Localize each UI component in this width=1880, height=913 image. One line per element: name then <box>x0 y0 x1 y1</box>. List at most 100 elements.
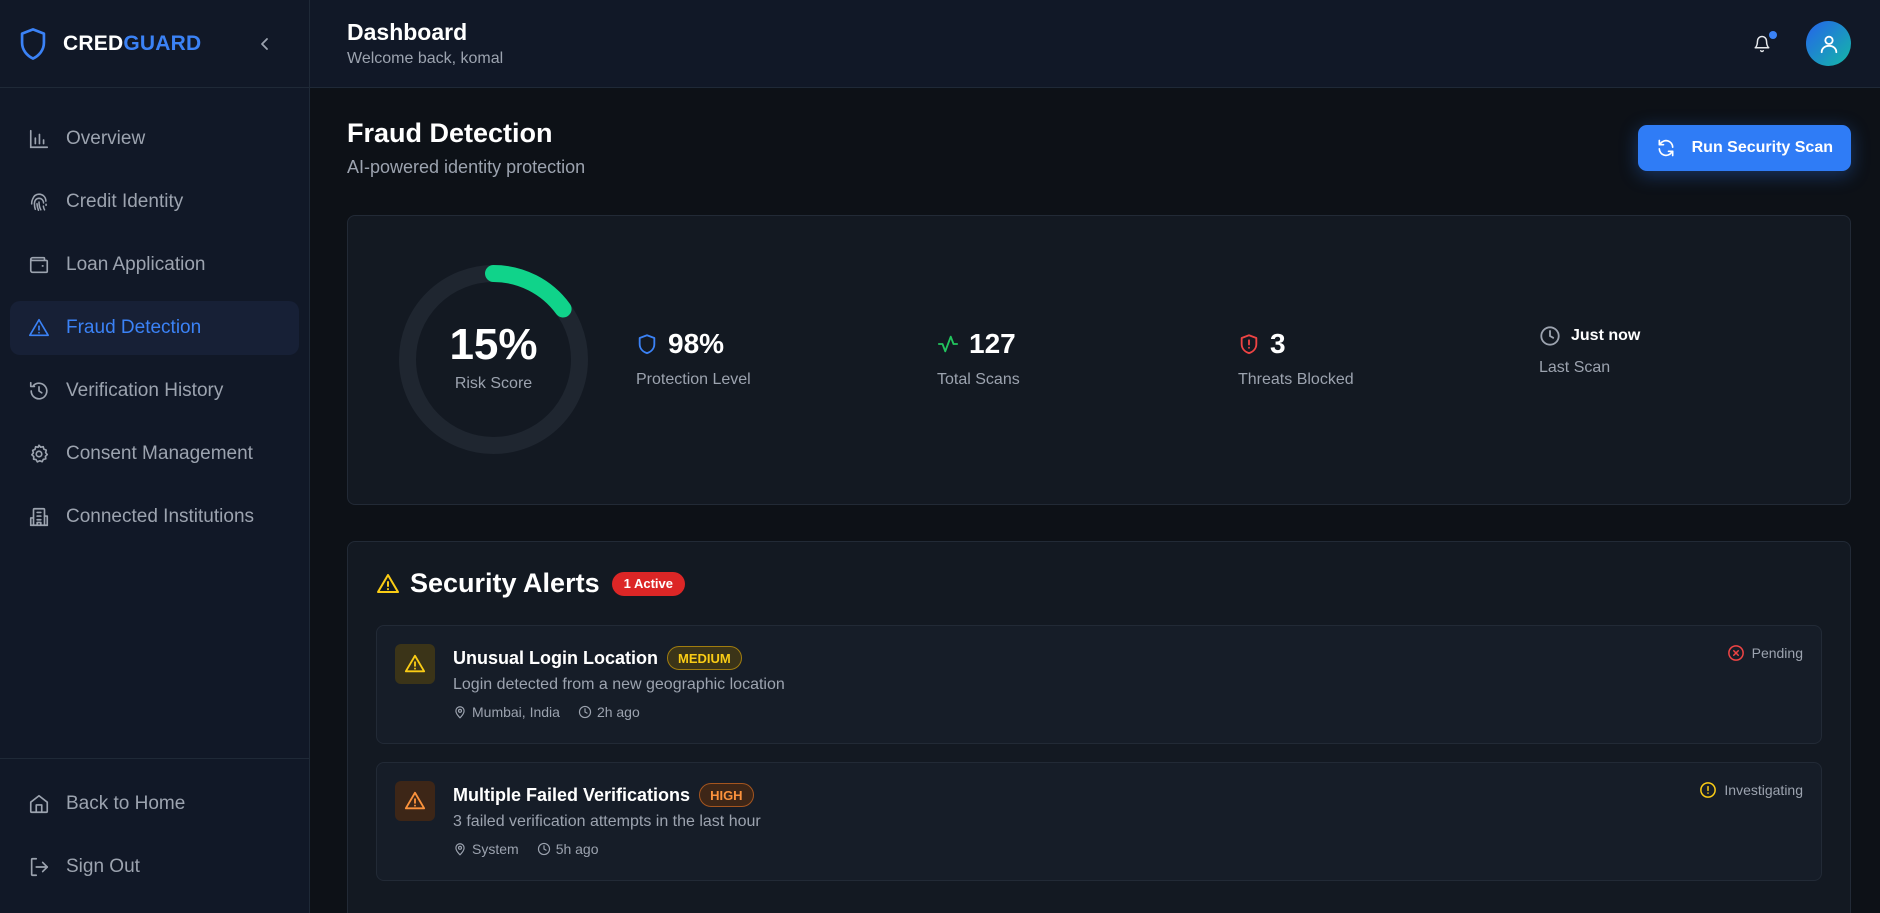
collapse-sidebar-button[interactable] <box>255 34 275 54</box>
stat-label: Protection Level <box>636 371 751 388</box>
alert-description: 3 failed verification attempts in the la… <box>453 813 761 830</box>
wallet-icon <box>28 254 50 276</box>
notifications-button[interactable] <box>1742 24 1782 64</box>
active-alerts-badge: 1 Active <box>611 571 685 596</box>
sidebar-item-fraud-detection[interactable]: Fraud Detection <box>10 301 299 355</box>
home-icon <box>28 793 50 815</box>
sidebar-item-label: Credit Identity <box>66 191 184 212</box>
stat-value: 98% <box>668 328 725 359</box>
alerts-list: Unusual Login Location MEDIUM Login dete… <box>376 625 1822 881</box>
stat-total-scans: 127 Total Scans <box>937 328 1020 389</box>
map-pin-icon <box>453 842 467 856</box>
stat-last-scan: Just now Last Scan <box>1539 325 1640 377</box>
sidebar: CREDGUARD Overview Credit Identity Loan … <box>0 0 310 913</box>
sidebar-item-credit-identity[interactable]: Credit Identity <box>10 175 299 229</box>
security-alerts-card: Security Alerts 1 Active Unusual Login L… <box>347 541 1851 913</box>
stat-protection-level: 98% Protection Level <box>636 328 751 389</box>
header-actions <box>1742 21 1851 66</box>
alert-triangle-icon <box>28 317 50 339</box>
sidebar-item-overview[interactable]: Overview <box>10 112 299 166</box>
warning-triangle-icon <box>376 572 400 596</box>
bar-chart-icon <box>28 128 50 150</box>
gear-icon <box>28 443 50 465</box>
topbar: Dashboard Welcome back, komal <box>310 0 1880 88</box>
alert-status-text: Investigating <box>1724 782 1803 798</box>
run-security-scan-label: Run Security Scan <box>1691 139 1833 156</box>
sign-out-icon <box>28 856 50 878</box>
sidebar-item-label: Verification History <box>66 380 224 401</box>
risk-score-value: 15% <box>449 319 538 369</box>
alert-location-text: Mumbai, India <box>472 704 560 720</box>
shield-icon <box>636 333 658 355</box>
alert-circle-icon <box>1699 781 1717 799</box>
security-alerts-title: Security Alerts <box>410 568 600 598</box>
alert-time: 2h ago <box>578 704 640 720</box>
clock-icon <box>578 705 592 719</box>
building-icon <box>28 506 50 528</box>
sidebar-item-label: Connected Institutions <box>66 506 255 527</box>
alert-item[interactable]: Multiple Failed Verifications HIGH 3 fai… <box>376 762 1822 881</box>
stat-label: Threats Blocked <box>1238 371 1354 388</box>
alert-status: Investigating <box>1699 781 1803 799</box>
refresh-icon <box>1656 138 1676 158</box>
sidebar-nav: Overview Credit Identity Loan Applicatio… <box>0 88 309 758</box>
brand-name[interactable]: CREDGUARD <box>63 32 201 56</box>
alert-item[interactable]: Unusual Login Location MEDIUM Login dete… <box>376 625 1822 744</box>
stat-label: Last Scan <box>1539 359 1611 376</box>
bell-icon <box>1754 35 1770 52</box>
alert-status: Pending <box>1727 644 1803 662</box>
stat-value: Just now <box>1571 327 1641 344</box>
sidebar-bottom: Back to Home Sign Out <box>0 758 309 913</box>
severity-badge: MEDIUM <box>667 646 742 670</box>
alert-time-text: 2h ago <box>596 704 640 720</box>
sidebar-item-consent-management[interactable]: Consent Management <box>10 427 299 481</box>
page-subtitle: AI-powered identity protection <box>347 157 586 177</box>
main-area: Dashboard Welcome back, komal Fraud Dete… <box>310 0 1880 913</box>
app-root: CREDGUARD Overview Credit Identity Loan … <box>0 0 1880 913</box>
notification-dot <box>1769 30 1777 39</box>
sidebar-item-label: Fraud Detection <box>66 317 202 338</box>
page-title: Fraud Detection <box>347 118 553 148</box>
sidebar-item-label: Back to Home <box>66 793 186 814</box>
alert-title: Unusual Login Location <box>453 647 658 668</box>
risk-score-gauge: 15% Risk Score <box>396 262 591 457</box>
page-header: Fraud Detection AI-powered identity prot… <box>347 118 1851 178</box>
alert-time: 5h ago <box>537 841 599 857</box>
sidebar-item-loan-application[interactable]: Loan Application <box>10 238 299 292</box>
alert-location-text: System <box>472 841 519 857</box>
history-icon <box>28 380 50 402</box>
user-icon <box>1820 35 1837 53</box>
x-circle-icon <box>1727 644 1745 662</box>
header-subtitle: Welcome back, komal <box>347 50 504 67</box>
alert-time-text: 5h ago <box>555 841 599 857</box>
brand-name-part1: CRED <box>63 31 124 55</box>
header-title: Dashboard <box>347 19 468 45</box>
sidebar-item-label: Consent Management <box>66 443 253 464</box>
run-security-scan-button[interactable]: Run Security Scan <box>1637 125 1851 171</box>
fingerprint-icon <box>28 191 50 213</box>
sidebar-item-sign-out[interactable]: Sign Out <box>10 840 299 894</box>
brand-name-part2: GUARD <box>123 31 202 55</box>
clock-icon <box>1539 325 1561 347</box>
clock-icon <box>537 842 551 856</box>
sidebar-item-connected-institutions[interactable]: Connected Institutions <box>10 490 299 544</box>
shield-alert-icon <box>1238 333 1260 355</box>
sidebar-item-verification-history[interactable]: Verification History <box>10 364 299 418</box>
shield-logo-icon <box>18 27 48 61</box>
stat-value: 127 <box>969 328 1016 359</box>
stat-value: 3 <box>1270 328 1286 359</box>
chevron-left-icon <box>261 37 268 50</box>
alert-warning-icon <box>395 781 435 821</box>
stat-label: Total Scans <box>937 371 1020 388</box>
alert-status-text: Pending <box>1751 645 1803 661</box>
sidebar-item-back-to-home[interactable]: Back to Home <box>10 777 299 831</box>
sidebar-item-label: Overview <box>66 128 146 149</box>
alert-warning-icon <box>395 644 435 684</box>
avatar[interactable] <box>1806 21 1851 66</box>
map-pin-icon <box>453 705 467 719</box>
alert-title: Multiple Failed Verifications <box>453 784 691 805</box>
stat-threats-blocked: 3 Threats Blocked <box>1238 328 1354 389</box>
alert-location: Mumbai, India <box>453 704 560 720</box>
alert-location: System <box>453 841 519 857</box>
sidebar-item-label: Loan Application <box>66 254 206 275</box>
